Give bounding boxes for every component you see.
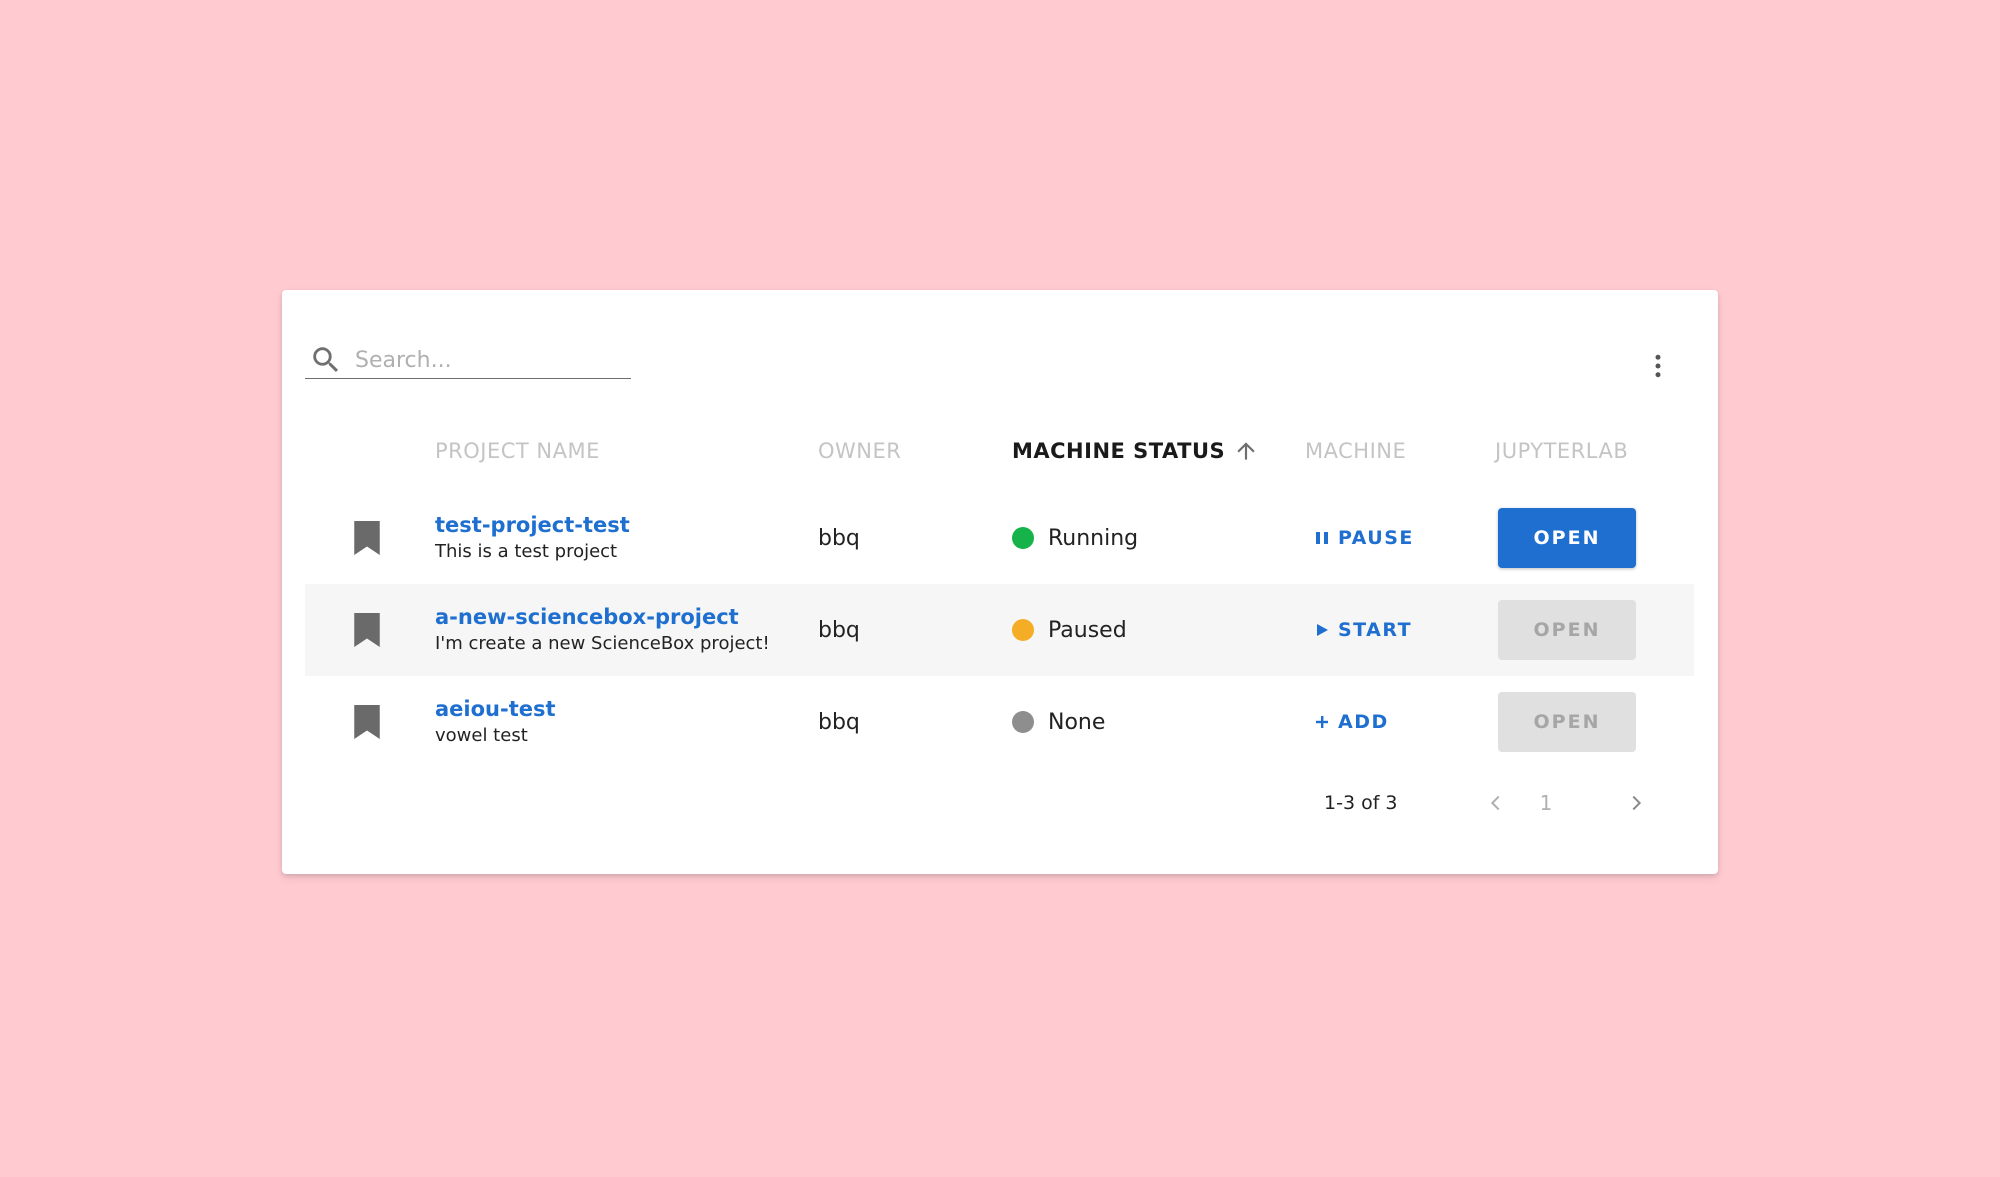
table-row: test-project-test This is a test project… bbox=[305, 492, 1694, 584]
open-jupyterlab-button[interactable]: OPEN bbox=[1498, 692, 1636, 752]
table-row: aeiou-test vowel test bbq None ADD OPEN bbox=[305, 676, 1694, 768]
project-name-cell: test-project-test This is a test project bbox=[435, 492, 630, 584]
chevron-left-icon bbox=[1490, 795, 1500, 811]
project-name-link[interactable]: a-new-sciencebox-project bbox=[435, 603, 739, 631]
previous-page-button[interactable] bbox=[1476, 783, 1516, 823]
machine-action-cell: ADD bbox=[1310, 676, 1393, 768]
status-label: Paused bbox=[1048, 617, 1127, 643]
add-button-label: ADD bbox=[1338, 711, 1389, 733]
project-name-link[interactable]: test-project-test bbox=[435, 511, 630, 539]
project-description: I'm create a new ScienceBox project! bbox=[435, 633, 770, 654]
add-button[interactable]: ADD bbox=[1310, 707, 1393, 737]
page-range-label: 1-3 of 3 bbox=[1324, 792, 1398, 814]
next-page-button[interactable] bbox=[1616, 783, 1656, 823]
bookmark-icon bbox=[354, 705, 380, 739]
status-label: Running bbox=[1048, 525, 1139, 551]
plus-icon bbox=[1314, 714, 1330, 730]
machine-action-cell: PAUSE bbox=[1310, 492, 1418, 584]
header-machine-status[interactable]: MACHINE STATUS bbox=[1012, 410, 1259, 492]
pause-button-label: PAUSE bbox=[1338, 527, 1414, 549]
open-jupyterlab-button[interactable]: OPEN bbox=[1498, 600, 1636, 660]
table-header: PROJECT NAME OWNER MACHINE STATUS MACHIN… bbox=[305, 410, 1694, 492]
project-name-cell: a-new-sciencebox-project I'm create a ne… bbox=[435, 584, 770, 676]
machine-action-cell: START bbox=[1310, 584, 1416, 676]
open-jupyterlab-button[interactable]: OPEN bbox=[1498, 508, 1636, 568]
search-input[interactable] bbox=[355, 347, 615, 373]
arrow-up-icon bbox=[1237, 442, 1255, 460]
machine-status-cell: None bbox=[1012, 676, 1105, 768]
status-label: None bbox=[1048, 709, 1106, 735]
header-machine-status-label: MACHINE STATUS bbox=[1012, 439, 1226, 463]
pause-button[interactable]: PAUSE bbox=[1310, 523, 1418, 553]
header-project-name[interactable]: PROJECT NAME bbox=[435, 410, 600, 492]
status-running-dot-icon bbox=[1012, 527, 1034, 549]
bookmark-icon bbox=[354, 613, 380, 647]
projects-card: PROJECT NAME OWNER MACHINE STATUS MACHIN… bbox=[282, 290, 1718, 874]
pause-icon bbox=[1314, 530, 1330, 546]
status-none-dot-icon bbox=[1012, 711, 1034, 733]
machine-status-cell: Paused bbox=[1012, 584, 1127, 676]
start-button-label: START bbox=[1338, 619, 1413, 641]
bookmark-icon bbox=[354, 521, 380, 555]
project-description: vowel test bbox=[435, 725, 528, 746]
jupyterlab-cell: OPEN bbox=[1498, 492, 1636, 584]
bookmark-button[interactable] bbox=[337, 676, 397, 768]
play-icon bbox=[1314, 622, 1330, 638]
jupyterlab-cell: OPEN bbox=[1498, 584, 1636, 676]
header-machine[interactable]: MACHINE bbox=[1305, 410, 1406, 492]
projects-table: PROJECT NAME OWNER MACHINE STATUS MACHIN… bbox=[305, 410, 1694, 768]
more-options-button[interactable] bbox=[1638, 346, 1678, 386]
project-name-link[interactable]: aeiou-test bbox=[435, 695, 556, 723]
owner-cell: bbq bbox=[818, 709, 860, 735]
owner-cell: bbq bbox=[818, 617, 860, 643]
search-field[interactable] bbox=[305, 342, 631, 379]
header-jupyterlab[interactable]: JUPYTERLAB bbox=[1495, 410, 1628, 492]
owner-cell: bbq bbox=[818, 525, 860, 551]
project-name-cell: aeiou-test vowel test bbox=[435, 676, 556, 768]
status-paused-dot-icon bbox=[1012, 619, 1034, 641]
jupyterlab-cell: OPEN bbox=[1498, 676, 1636, 768]
pagination: 1-3 of 3 1 bbox=[282, 778, 1718, 828]
table-row: a-new-sciencebox-project I'm create a ne… bbox=[305, 584, 1694, 676]
page-number-button[interactable]: 1 bbox=[1526, 778, 1566, 828]
search-icon bbox=[313, 347, 339, 373]
bookmark-button[interactable] bbox=[337, 492, 397, 584]
project-description: This is a test project bbox=[435, 541, 618, 562]
header-owner[interactable]: OWNER bbox=[818, 410, 901, 492]
start-button[interactable]: START bbox=[1310, 615, 1416, 645]
more-vertical-icon bbox=[1655, 354, 1661, 378]
machine-status-cell: Running bbox=[1012, 492, 1138, 584]
bookmark-button[interactable] bbox=[337, 584, 397, 676]
chevron-right-icon bbox=[1632, 795, 1642, 811]
